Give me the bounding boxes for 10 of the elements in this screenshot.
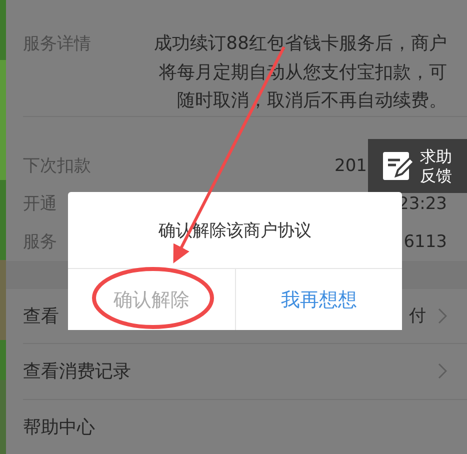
- menu-item[interactable]: 查看: [23, 304, 59, 328]
- menu-value: 付: [409, 305, 426, 328]
- menu-item[interactable]: 帮助中心: [23, 414, 95, 439]
- help-feedback-button[interactable]: 求助 反馈: [368, 139, 467, 193]
- field-value: 6113: [404, 232, 447, 252]
- edit-icon: [382, 150, 414, 182]
- dialog-button[interactable]: 我再想想: [234, 269, 402, 330]
- field-value: 201: [334, 156, 367, 176]
- menu-item[interactable]: 查看消费记录: [23, 359, 131, 384]
- help-label: 求助 反馈: [420, 147, 452, 185]
